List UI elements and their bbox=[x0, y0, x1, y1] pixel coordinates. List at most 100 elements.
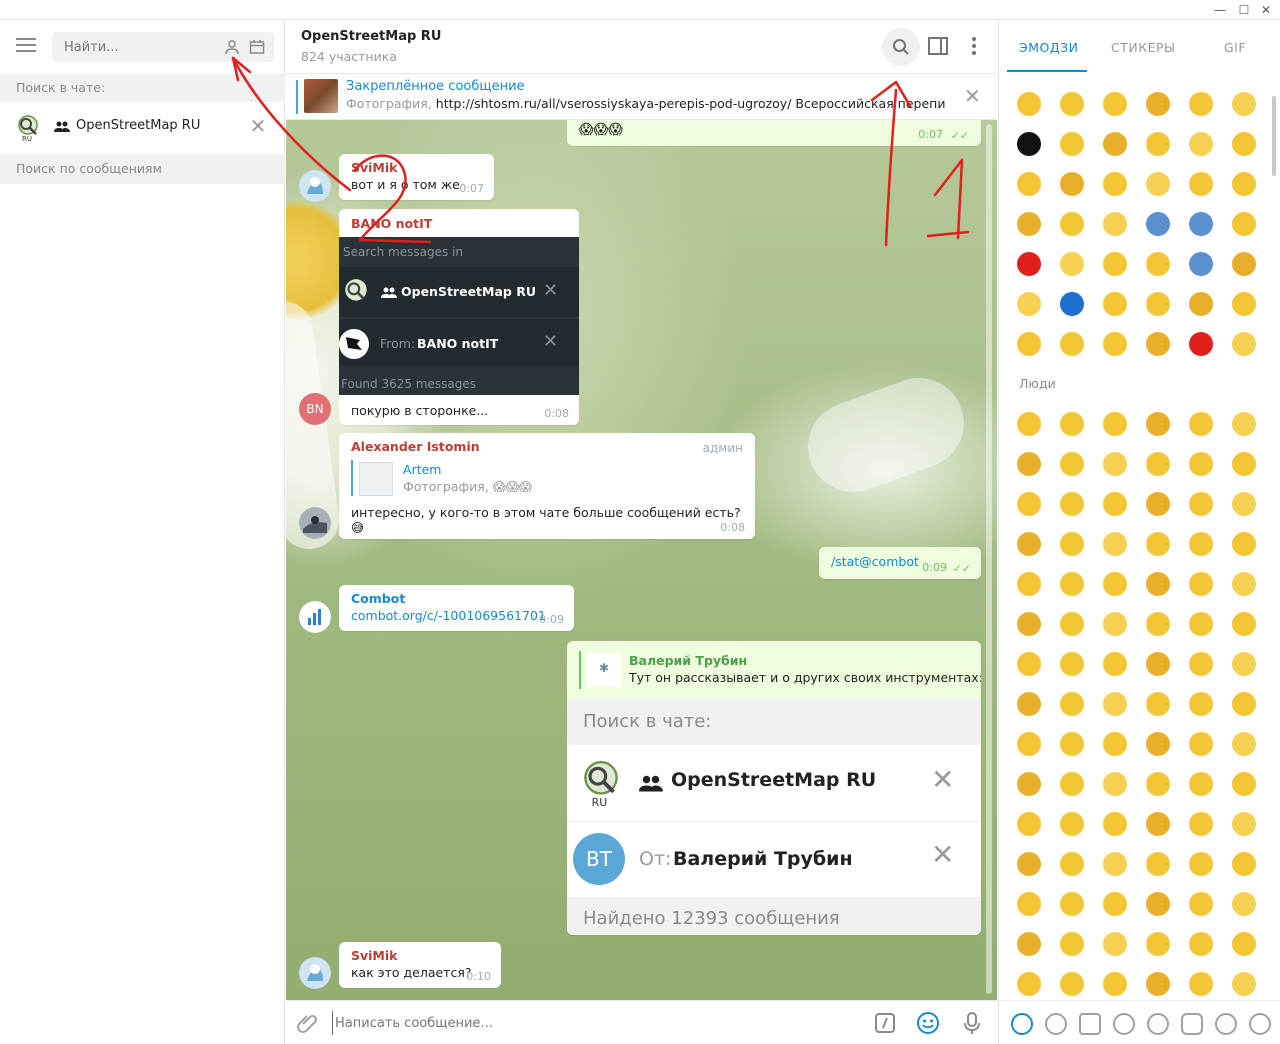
emoji-item[interactable] bbox=[1060, 972, 1084, 996]
emoji-item[interactable] bbox=[1146, 772, 1170, 796]
message-sender[interactable]: BANO notIT bbox=[351, 216, 432, 231]
avatar[interactable] bbox=[299, 601, 331, 633]
emoji-item[interactable] bbox=[1060, 652, 1084, 676]
emoji-item[interactable] bbox=[1146, 612, 1170, 636]
emoji-item[interactable] bbox=[1017, 652, 1041, 676]
emoji-item[interactable] bbox=[1146, 212, 1170, 236]
emoji-item[interactable] bbox=[1232, 972, 1256, 996]
message-input[interactable] bbox=[332, 1011, 832, 1035]
food-category-icon[interactable] bbox=[1113, 1013, 1135, 1035]
emoji-item[interactable] bbox=[1017, 732, 1041, 756]
emoji-item[interactable] bbox=[1146, 972, 1170, 996]
emoji-item[interactable] bbox=[1232, 332, 1256, 356]
emoji-item[interactable] bbox=[1146, 732, 1170, 756]
emoji-item[interactable] bbox=[1189, 892, 1213, 916]
emoji-item[interactable] bbox=[1232, 772, 1256, 796]
emoji-item[interactable] bbox=[1232, 572, 1256, 596]
emoji-item[interactable] bbox=[1103, 812, 1127, 836]
emoji-item[interactable] bbox=[1060, 92, 1084, 116]
emoji-item[interactable] bbox=[1146, 252, 1170, 276]
emoji-item[interactable] bbox=[1017, 972, 1041, 996]
emoji-item[interactable] bbox=[1017, 452, 1041, 476]
emoji-scrollbar[interactable] bbox=[1272, 96, 1276, 176]
chat-filter-item[interactable]: RU OpenStreetMap RU ✕ bbox=[0, 104, 285, 152]
emoji-item[interactable] bbox=[1103, 852, 1127, 876]
tab-emoji[interactable]: ЭМОДЗИ bbox=[1019, 40, 1078, 55]
microphone-icon[interactable] bbox=[962, 1011, 982, 1035]
emoji-item[interactable] bbox=[1060, 892, 1084, 916]
emoji-item[interactable] bbox=[1232, 292, 1256, 316]
emoji-item[interactable] bbox=[1017, 172, 1041, 196]
emoji-item[interactable] bbox=[1232, 932, 1256, 956]
emoji-item[interactable] bbox=[1232, 692, 1256, 716]
avatar[interactable]: BN bbox=[299, 393, 331, 425]
emoji-item[interactable] bbox=[1146, 932, 1170, 956]
emoji-item[interactable] bbox=[1189, 972, 1213, 996]
calendar-icon[interactable] bbox=[249, 39, 265, 55]
emoji-item[interactable] bbox=[1017, 852, 1041, 876]
emoji-item[interactable] bbox=[1232, 92, 1256, 116]
emoji-item[interactable] bbox=[1017, 932, 1041, 956]
smileys-category-icon[interactable] bbox=[1045, 1013, 1067, 1035]
emoji-item[interactable] bbox=[1232, 812, 1256, 836]
message-bubble[interactable]: Combot combot.org/c/-1001069561701 0:09 bbox=[339, 585, 574, 631]
emoji-item[interactable] bbox=[1060, 172, 1084, 196]
emoji-item[interactable] bbox=[1060, 932, 1084, 956]
avatar[interactable] bbox=[299, 957, 331, 989]
close-window-icon[interactable]: ✕ bbox=[1256, 2, 1276, 18]
animals-category-icon[interactable] bbox=[1079, 1013, 1101, 1035]
emoji-item[interactable] bbox=[1232, 612, 1256, 636]
emoji-item[interactable] bbox=[1017, 812, 1041, 836]
more-menu-icon[interactable] bbox=[962, 34, 986, 58]
reply-sender[interactable]: Валерий Трубин bbox=[629, 653, 747, 668]
emoji-item[interactable] bbox=[1103, 132, 1127, 156]
emoji-item[interactable] bbox=[1189, 852, 1213, 876]
emoji-item[interactable] bbox=[1060, 772, 1084, 796]
emoji-item[interactable] bbox=[1189, 772, 1213, 796]
message-bubble[interactable]: SviMik как это делается? 0:10 bbox=[339, 942, 501, 988]
emoji-item[interactable] bbox=[1103, 772, 1127, 796]
objects-category-icon[interactable] bbox=[1215, 1013, 1237, 1035]
emoji-item[interactable] bbox=[1060, 612, 1084, 636]
emoji-item[interactable] bbox=[1146, 852, 1170, 876]
emoji-item[interactable] bbox=[1017, 532, 1041, 556]
emoji-item[interactable] bbox=[1103, 932, 1127, 956]
emoji-item[interactable] bbox=[1146, 692, 1170, 716]
message-bubble[interactable]: SviMik вот и я о том же 0:07 bbox=[339, 154, 494, 200]
emoji-item[interactable] bbox=[1017, 612, 1041, 636]
user-filter-icon[interactable] bbox=[224, 39, 240, 55]
emoji-item[interactable] bbox=[1060, 132, 1084, 156]
emoji-item[interactable] bbox=[1146, 292, 1170, 316]
emoji-item[interactable] bbox=[1146, 812, 1170, 836]
recent-category-icon[interactable] bbox=[1011, 1013, 1033, 1035]
emoji-item[interactable] bbox=[1103, 892, 1127, 916]
emoji-item[interactable] bbox=[1146, 332, 1170, 356]
avatar[interactable] bbox=[299, 507, 331, 539]
emoji-item[interactable] bbox=[1017, 692, 1041, 716]
emoji-item[interactable] bbox=[1060, 852, 1084, 876]
search-box[interactable] bbox=[52, 32, 274, 62]
emoji-item[interactable] bbox=[1232, 532, 1256, 556]
emoji-item[interactable] bbox=[1189, 92, 1213, 116]
emoji-item[interactable] bbox=[1189, 812, 1213, 836]
emoji-item[interactable] bbox=[1103, 452, 1127, 476]
emoji-item[interactable] bbox=[1103, 412, 1127, 436]
emoji-item[interactable] bbox=[1232, 172, 1256, 196]
emoji-item[interactable] bbox=[1017, 572, 1041, 596]
emoji-item[interactable] bbox=[1103, 972, 1127, 996]
emoji-item[interactable] bbox=[1189, 612, 1213, 636]
emoji-toggle-icon[interactable] bbox=[916, 1011, 940, 1035]
pinned-message[interactable]: Закреплённое сообщение Фотография, http:… bbox=[286, 74, 997, 120]
emoji-item[interactable] bbox=[1017, 92, 1041, 116]
message-bubble[interactable]: BANO notIT Search messages in OpenStreet… bbox=[339, 209, 579, 425]
emoji-item[interactable] bbox=[1060, 452, 1084, 476]
hamburger-menu-icon[interactable] bbox=[14, 34, 38, 58]
message-sender[interactable]: SviMik bbox=[351, 948, 489, 963]
emoji-item[interactable] bbox=[1189, 452, 1213, 476]
emoji-item[interactable] bbox=[1146, 492, 1170, 516]
sports-category-icon[interactable] bbox=[1147, 1013, 1169, 1035]
emoji-item[interactable] bbox=[1146, 412, 1170, 436]
emoji-item[interactable] bbox=[1103, 572, 1127, 596]
emoji-item[interactable] bbox=[1017, 212, 1041, 236]
emoji-item[interactable] bbox=[1017, 892, 1041, 916]
